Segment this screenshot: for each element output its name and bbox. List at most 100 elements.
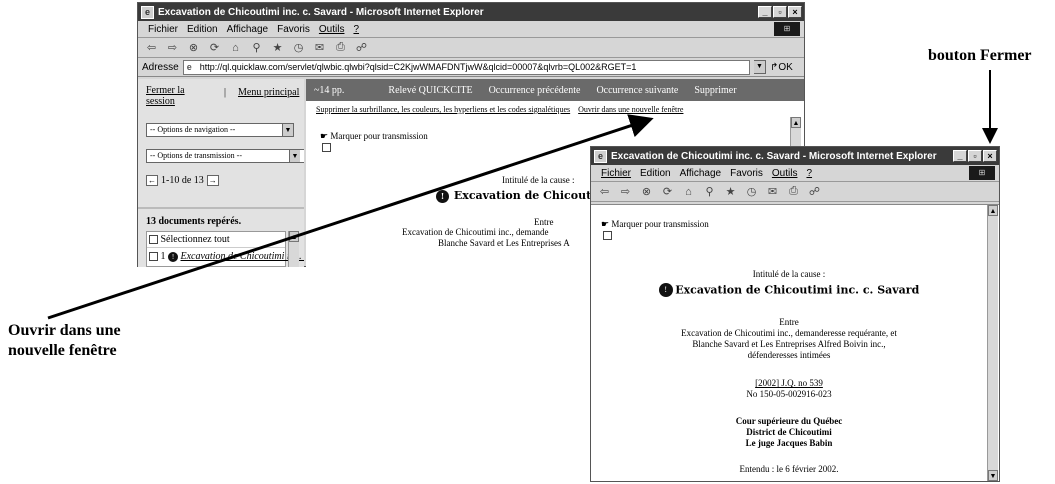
menu-edition[interactable]: Edition	[640, 168, 671, 179]
documents-found-label: 13 documents repérés.	[146, 216, 242, 227]
menu-fichier[interactable]: Fichier	[148, 24, 178, 35]
court-district: District de Chicoutimi	[746, 427, 832, 437]
back-icon[interactable]: ⇦	[597, 185, 612, 199]
page-count: ~14 pp.	[314, 84, 345, 96]
menu-affichage[interactable]: Affichage	[227, 24, 269, 35]
menu-favoris[interactable]: Favoris	[730, 168, 763, 179]
toolbar: ⇦ ⇨ ⊗ ⟳ ⌂ ⚲ ★ ◷ ✉ ⎙ ☍	[591, 182, 999, 202]
menu-help[interactable]: ?	[806, 168, 812, 179]
parties-line-2: Blanche Savard et Les Entreprises A	[438, 238, 570, 248]
separator: |	[224, 87, 227, 98]
print-icon[interactable]: ⎙	[333, 41, 348, 55]
next-page-icon[interactable]: →	[206, 175, 219, 186]
menu-outils[interactable]: Outils	[772, 168, 798, 179]
mail-icon[interactable]: ✉	[312, 41, 327, 55]
parties-line-1: Excavation de Chicoutimi inc., demandere…	[681, 328, 897, 338]
citation-block: [2002] J.Q. no 539 No 150-05-002916-023	[591, 378, 987, 400]
document-scrollbar[interactable]: ▲ ▼	[987, 205, 998, 481]
open-new-window-link[interactable]: Ouvrir dans une nouvelle fenêtre	[578, 105, 683, 114]
document-checkbox[interactable]	[149, 252, 158, 262]
previous-occurrence-link[interactable]: Occurrence précédente	[489, 85, 581, 96]
chevron-down-icon: ▼	[282, 124, 293, 136]
remove-highlight-link[interactable]: Supprimer la surbrillance, les couleurs,…	[316, 105, 570, 114]
treatment-icon: !	[436, 190, 449, 203]
scroll-up-icon[interactable]: ▲	[988, 205, 998, 216]
between-label: Entre	[534, 217, 554, 227]
favorites-icon[interactable]: ★	[723, 185, 738, 199]
maximize-button[interactable]: ▫	[968, 150, 982, 162]
quickcite-link[interactable]: Relevé QUICKCITE	[388, 85, 472, 96]
parties-line-3: défenderesses intimées	[747, 350, 831, 360]
delete-link[interactable]: Supprimer	[694, 85, 736, 96]
menu-affichage[interactable]: Affichage	[680, 168, 722, 179]
back-icon[interactable]: ⇦	[144, 41, 159, 55]
page-range: 1-10 de 13	[161, 175, 204, 186]
scroll-down-icon[interactable]: ▼	[988, 470, 998, 481]
previous-page-icon[interactable]: ←	[146, 175, 158, 186]
mail-icon[interactable]: ✉	[765, 185, 780, 199]
stop-icon[interactable]: ⊗	[639, 185, 654, 199]
close-button[interactable]: ×	[983, 150, 997, 162]
home-icon[interactable]: ⌂	[681, 185, 696, 199]
stop-icon[interactable]: ⊗	[186, 41, 201, 55]
pointer-icon: ☛	[601, 219, 610, 229]
maximize-button[interactable]: ▫	[773, 6, 787, 18]
treatment-icon: !	[658, 283, 673, 297]
title-bar: e Excavation de Chicoutimi inc. c. Savar…	[138, 3, 804, 21]
transmission-options-select[interactable]: -- Options de transmission -- ▼	[146, 149, 304, 163]
window-title: Excavation de Chicoutimi inc. c. Savard …	[611, 150, 937, 162]
history-icon[interactable]: ◷	[291, 41, 306, 55]
address-dropdown-button[interactable]: ▼	[754, 60, 766, 74]
mark-transmit-checkbox[interactable]	[603, 231, 612, 240]
transmission-options-value: -- Options de transmission --	[150, 151, 242, 160]
navigation-options-value: -- Options de navigation --	[150, 125, 236, 134]
case-title: Excavation de Chicoutimi inc. c. Savard	[675, 283, 920, 297]
address-bar: Adresse http://ql.quicklaw.com/servlet/q…	[138, 58, 804, 77]
menu-favoris[interactable]: Favoris	[277, 24, 310, 35]
favorites-icon[interactable]: ★	[270, 41, 285, 55]
citation-link[interactable]: [2002] J.Q. no 539	[591, 378, 987, 389]
forward-icon[interactable]: ⇨	[165, 41, 180, 55]
refresh-icon[interactable]: ⟳	[660, 185, 675, 199]
scroll-up-icon[interactable]: ▲	[289, 231, 299, 242]
search-icon[interactable]: ⚲	[702, 185, 717, 199]
menu-fichier[interactable]: Fichier	[601, 168, 631, 179]
home-icon[interactable]: ⌂	[228, 41, 243, 55]
forward-icon[interactable]: ⇨	[618, 185, 633, 199]
minimize-button[interactable]: _	[758, 6, 772, 18]
sidebar-scrollbar[interactable]: ▲	[288, 231, 299, 267]
navigation-options-select[interactable]: -- Options de navigation -- ▼	[146, 123, 294, 137]
address-input[interactable]: http://ql.quicklaw.com/servlet/qlwbic.ql…	[182, 59, 750, 75]
minimize-button[interactable]: _	[953, 150, 967, 162]
cause-label: Intitulé de la cause :	[752, 269, 826, 279]
court-judge: Le juge Jacques Babin	[745, 438, 833, 448]
menu-help[interactable]: ?	[353, 24, 359, 35]
menu-edition[interactable]: Edition	[187, 24, 218, 35]
browser-window-new: e Excavation de Chicoutimi inc. c. Savar…	[590, 146, 1000, 482]
discuss-icon[interactable]: ☍	[807, 185, 822, 199]
close-button-callout: bouton Fermer	[928, 47, 1032, 64]
close-button[interactable]: ×	[788, 6, 802, 18]
title-bar: e Excavation de Chicoutimi inc. c. Savar…	[591, 147, 999, 165]
history-icon[interactable]: ◷	[744, 185, 759, 199]
go-button[interactable]: ↱OK	[770, 62, 804, 73]
mark-transmit-label: Marquer pour transmission	[611, 219, 709, 229]
ie-logo-icon: e	[141, 5, 154, 19]
discuss-icon[interactable]: ☍	[354, 41, 369, 55]
select-all-checkbox[interactable]	[149, 235, 158, 245]
window-title: Excavation de Chicoutimi inc. c. Savard …	[158, 6, 484, 18]
logout-link[interactable]: Fermer la session	[146, 85, 186, 107]
document-number: 1	[160, 251, 166, 262]
main-menu-link[interactable]: Menu principal	[238, 87, 299, 98]
windows-logo-icon: ⊞	[969, 166, 995, 180]
document-link[interactable]: Excavation de Chicoutimi inc. c. Savard	[181, 251, 305, 262]
refresh-icon[interactable]: ⟳	[207, 41, 222, 55]
print-icon[interactable]: ⎙	[786, 185, 801, 199]
mark-transmit-checkbox[interactable]	[322, 143, 331, 152]
search-icon[interactable]: ⚲	[249, 41, 264, 55]
parties-block: Entre Excavation de Chicoutimi inc., dem…	[591, 317, 987, 361]
menu-bar: Fichier Edition Affichage Favoris Outils…	[591, 165, 999, 182]
menu-outils[interactable]: Outils	[319, 24, 345, 35]
next-occurrence-link[interactable]: Occurrence suivante	[596, 85, 678, 96]
scroll-up-icon[interactable]: ▲	[791, 117, 801, 128]
